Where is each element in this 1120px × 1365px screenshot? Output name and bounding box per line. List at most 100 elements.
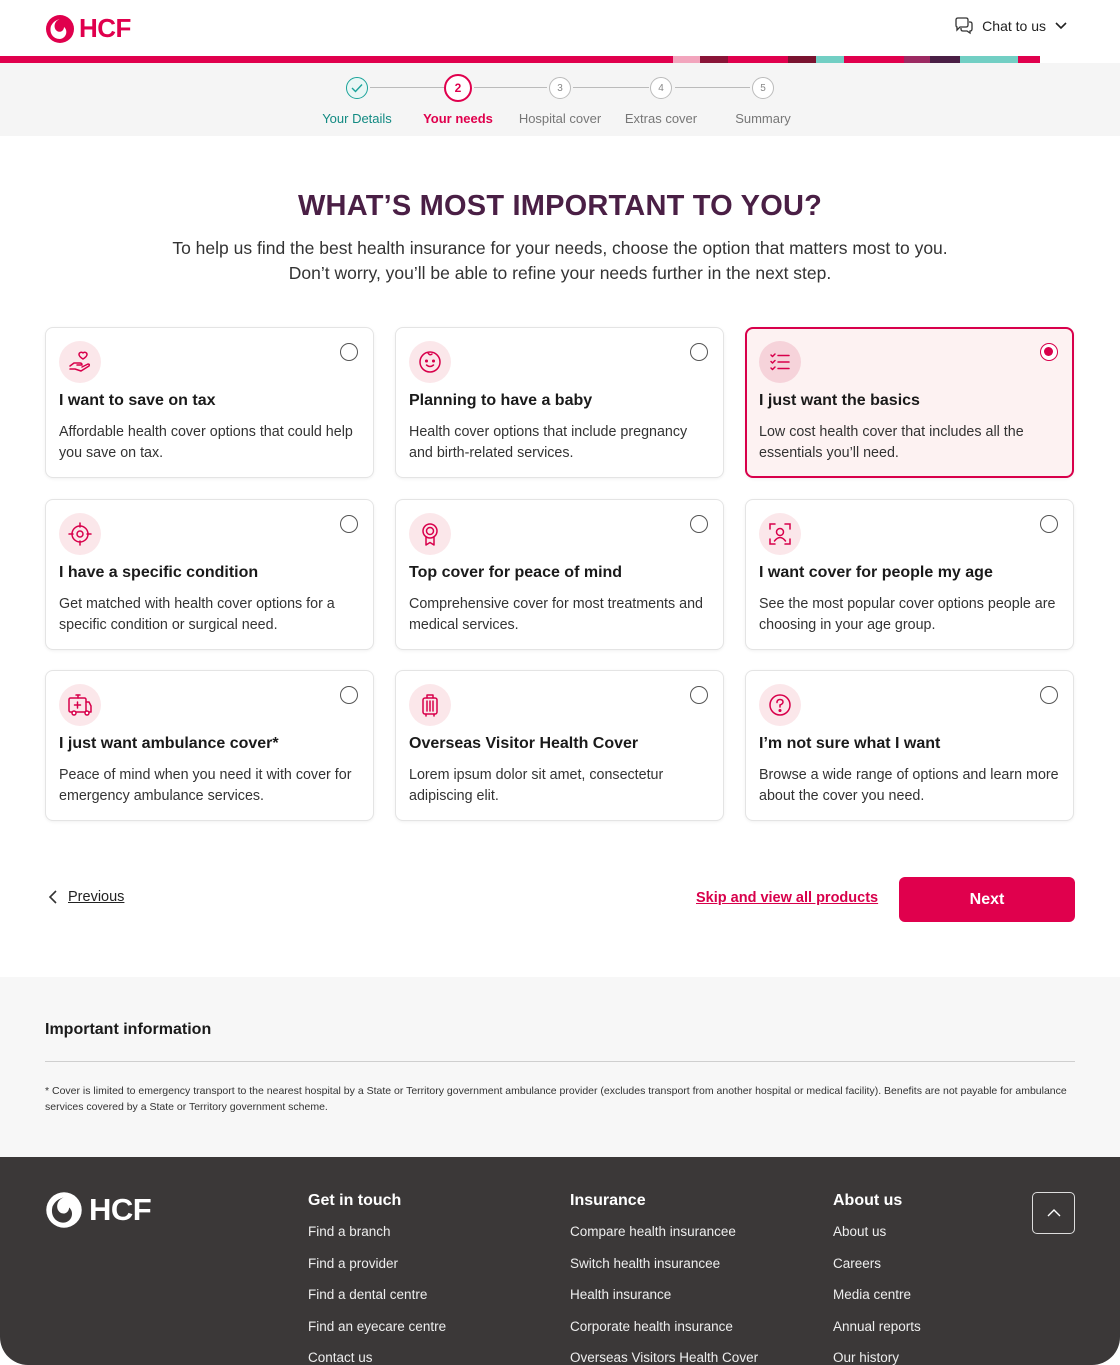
step-number: 4 <box>650 77 672 99</box>
site-header: HCF Chat to us <box>0 0 1120 56</box>
progress-stepper: Your Details 2 Your needs 3 Hospital cov… <box>0 63 1120 136</box>
footer-column-title: About us <box>833 1192 903 1209</box>
baby-face-icon <box>409 341 451 383</box>
hcf-logo-icon <box>46 1192 82 1228</box>
hand-heart-icon <box>59 341 101 383</box>
option-title: Top cover for peace of mind <box>409 564 623 581</box>
logo-text: HCF <box>79 13 131 43</box>
stripe-segment <box>1018 56 1040 63</box>
footer-link[interactable]: About us <box>833 1224 921 1256</box>
option-card-save-on-tax[interactable]: I want to save on tax Affordable health … <box>45 327 374 478</box>
hcf-logo[interactable]: HCF <box>45 13 131 44</box>
footer-hcf-logo[interactable]: HCF <box>45 1191 152 1229</box>
page-title: WHAT’S MOST IMPORTANT TO YOU? <box>297 190 823 222</box>
option-radio[interactable] <box>690 515 708 533</box>
footer-link[interactable]: Switch health insurancee <box>570 1256 758 1288</box>
option-title: I want cover for people my age <box>759 564 993 581</box>
option-description: Browse a wide range of options and learn… <box>759 767 1059 804</box>
footer-link[interactable]: Media centre <box>833 1287 921 1319</box>
option-card-overseas-visitor[interactable]: Overseas Visitor Health Cover Lorem ipsu… <box>395 670 724 821</box>
footer-link[interactable]: Find a provider <box>308 1256 446 1288</box>
chevron-down-icon <box>1055 22 1067 30</box>
skip-view-all-products-link[interactable]: Skip and view all products <box>696 890 878 906</box>
step-label: Summary <box>735 111 791 126</box>
step-number: 5 <box>752 77 774 99</box>
back-to-top-button[interactable] <box>1032 1192 1075 1234</box>
next-button[interactable]: Next <box>899 877 1075 922</box>
stripe-segment <box>200 56 300 63</box>
step-summary: 5 Summary <box>708 77 818 126</box>
footer-link[interactable]: Annual reports <box>833 1319 921 1351</box>
question-circle-icon <box>759 684 801 726</box>
option-radio[interactable] <box>340 686 358 704</box>
site-footer: HCF Get in touch Find a branch Find a pr… <box>0 1157 1120 1365</box>
step-number: 2 <box>444 74 472 102</box>
footer-link[interactable]: Health insurance <box>570 1287 758 1319</box>
step-your-details[interactable]: Your Details <box>302 77 412 126</box>
option-radio[interactable] <box>690 686 708 704</box>
stripe-segment <box>0 56 100 63</box>
page-subtitle: To help us find the best health insuranc… <box>0 236 1120 286</box>
option-description: Affordable health cover options that cou… <box>59 424 353 461</box>
footer-link[interactable]: Find a branch <box>308 1224 446 1256</box>
option-card-top-cover[interactable]: Top cover for peace of mind Comprehensiv… <box>395 499 724 650</box>
option-radio-selected[interactable] <box>1040 343 1058 361</box>
stripe-segment <box>930 56 960 63</box>
chat-bubble-icon <box>955 17 973 35</box>
option-radio[interactable] <box>1040 686 1058 704</box>
stripe-segment <box>844 56 904 63</box>
step-label: Your needs <box>423 111 493 126</box>
previous-label: Previous <box>68 889 125 905</box>
previous-button[interactable]: Previous <box>48 889 124 905</box>
check-icon <box>346 77 368 99</box>
option-description: Lorem ipsum dolor sit amet, consectetur … <box>409 767 664 804</box>
footer-logo-text: HCF <box>89 1192 152 1227</box>
stripe-segment <box>100 56 200 63</box>
option-card-baby[interactable]: Planning to have a baby Health cover opt… <box>395 327 724 478</box>
chat-to-us-button[interactable]: Chat to us <box>954 17 1068 35</box>
step-label: Hospital cover <box>518 111 602 126</box>
important-information-title: Important information <box>45 1021 212 1038</box>
user-scan-icon <box>759 513 801 555</box>
stripe-segment <box>700 56 728 63</box>
footer-column-title: Get in touch <box>308 1192 402 1209</box>
divider <box>45 1061 1075 1062</box>
subtitle-line: Don’t worry, you’ll be able to refine yo… <box>288 263 832 283</box>
option-title: I want to save on tax <box>59 392 216 409</box>
option-radio[interactable] <box>1040 515 1058 533</box>
brand-color-stripe <box>0 56 1120 63</box>
footer-link[interactable]: Careers <box>833 1256 921 1288</box>
important-information-section: Important information * Cover is limited… <box>0 977 1120 1157</box>
footer-link[interactable]: Contact us <box>308 1350 446 1365</box>
award-ribbon-icon <box>409 513 451 555</box>
footer-link[interactable]: Our history <box>833 1350 921 1365</box>
option-radio[interactable] <box>690 343 708 361</box>
option-card-ambulance[interactable]: I just want ambulance cover* Peace of mi… <box>45 670 374 821</box>
footer-link[interactable]: Compare health insurancee <box>570 1224 758 1256</box>
stripe-segment <box>400 56 500 63</box>
stripe-segment <box>673 56 700 63</box>
stripe-segment <box>816 56 844 63</box>
ambulance-icon <box>59 684 101 726</box>
footer-link[interactable]: Overseas Visitors Health Cover <box>570 1350 758 1365</box>
option-radio[interactable] <box>340 343 358 361</box>
footer-link[interactable]: Find an eyecare centre <box>308 1319 446 1351</box>
option-card-specific-condition[interactable]: I have a specific condition Get matched … <box>45 499 374 650</box>
option-radio[interactable] <box>340 515 358 533</box>
step-your-needs[interactable]: 2 Your needs <box>403 74 513 126</box>
hcf-logo-icon <box>46 14 74 43</box>
option-card-not-sure[interactable]: I’m not sure what I want Browse a wide r… <box>745 670 1074 821</box>
stripe-segment <box>904 56 930 63</box>
footer-link[interactable]: Find a dental centre <box>308 1287 446 1319</box>
stripe-segment <box>600 56 673 63</box>
option-card-my-age[interactable]: I want cover for people my age See the m… <box>745 499 1074 650</box>
option-card-basics[interactable]: I just want the basics Low cost health c… <box>745 327 1074 478</box>
option-description: Health cover options that include pregna… <box>409 424 688 461</box>
checklist-icon <box>759 341 801 383</box>
stripe-segment <box>300 56 400 63</box>
footer-link[interactable]: Corporate health insurance <box>570 1319 758 1351</box>
stripe-segment <box>500 56 600 63</box>
footer-column-get-in-touch: Get in touch Find a branch Find a provid… <box>308 1192 446 1365</box>
step-hospital-cover: 3 Hospital cover <box>505 77 615 126</box>
subtitle-line: To help us find the best health insuranc… <box>172 238 948 258</box>
